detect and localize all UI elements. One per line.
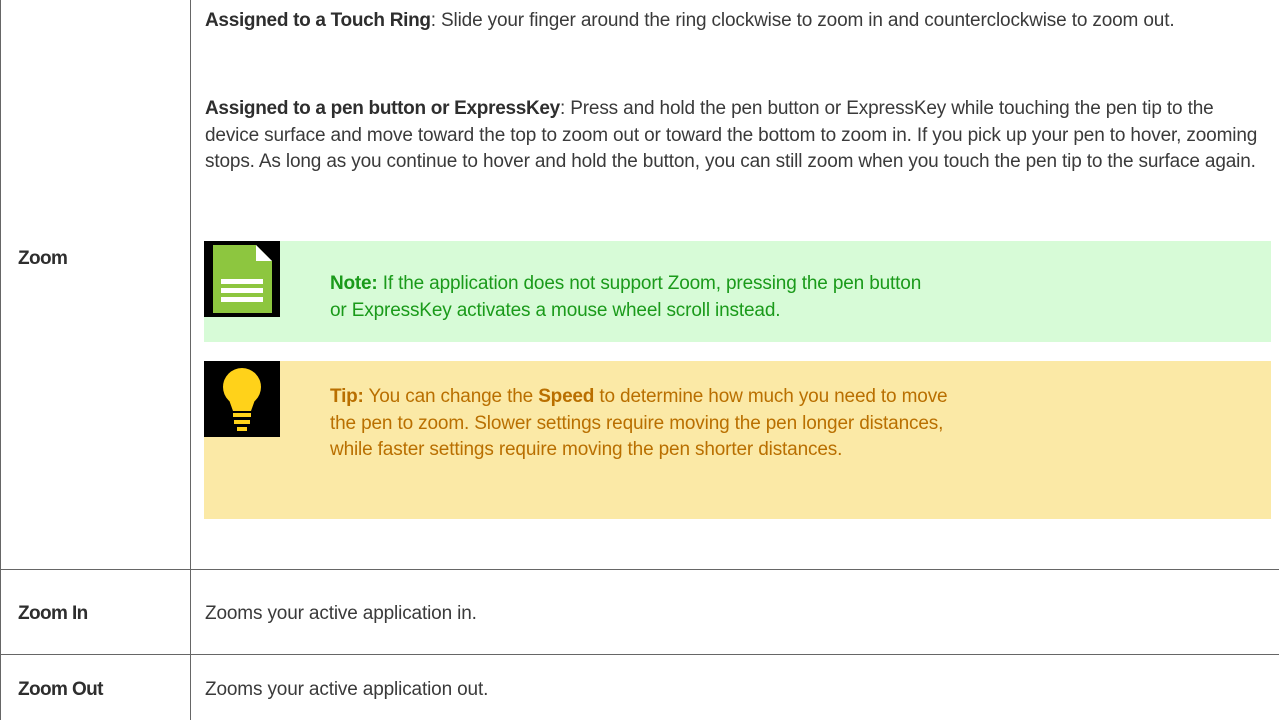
row-description-zoom-in: Zooms your active application in. (205, 603, 477, 624)
note-text: Note: If the application does not suppor… (330, 271, 930, 324)
actions-table: Zoom Assigned to a Touch Ring: Slide you… (0, 0, 1279, 720)
tip-body-start: You can change the (363, 386, 539, 407)
tip-text: Tip: You can change the Speed to determi… (330, 384, 950, 464)
row-description-zoom-out: Zooms your active application out. (205, 679, 489, 700)
note-document-icon (204, 241, 280, 317)
tip-callout: Tip: You can change the Speed to determi… (204, 361, 1271, 519)
note-body: If the application does not support Zoom… (330, 273, 922, 321)
tip-emphasis: Speed (538, 386, 595, 407)
touch-ring-paragraph: Assigned to a Touch Ring: Slide your fin… (205, 8, 1265, 35)
table-left-border (0, 0, 1, 720)
note-callout: Note: If the application does not suppor… (204, 241, 1271, 342)
touch-ring-text: : Slide your finger around the ring cloc… (430, 10, 1175, 31)
note-label: Note: (330, 273, 378, 294)
tip-label: Tip: (330, 386, 364, 407)
touch-ring-heading: Assigned to a Touch Ring (205, 10, 431, 31)
table-column-divider (190, 0, 191, 720)
table-row-divider (0, 569, 1279, 570)
lightbulb-icon (204, 361, 280, 437)
pen-button-heading: Assigned to a pen button or ExpressKey (205, 98, 560, 119)
row-label-zoom: Zoom (18, 248, 68, 269)
pen-button-paragraph: Assigned to a pen button or ExpressKey: … (205, 96, 1265, 176)
row-label-zoom-out: Zoom Out (18, 679, 104, 700)
table-row-divider (0, 654, 1279, 655)
row-label-zoom-in: Zoom In (18, 603, 88, 624)
